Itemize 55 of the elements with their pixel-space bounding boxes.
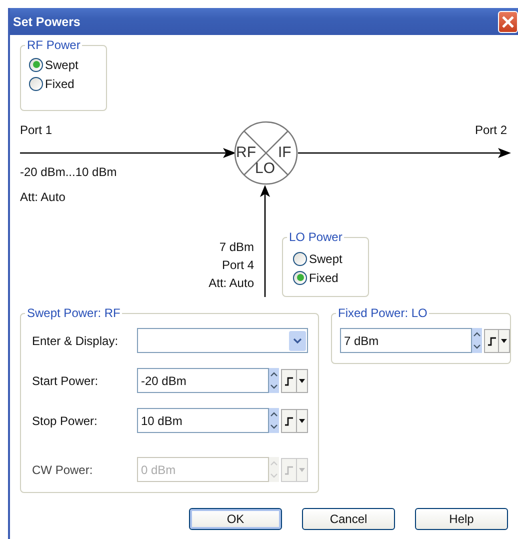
attenuation-text: Att: Auto: [208, 276, 254, 290]
window-title: Set Powers: [13, 14, 80, 28]
spinner-icon[interactable]: [472, 328, 482, 353]
field-label: Stop Power:: [32, 414, 98, 428]
dropdown-button[interactable]: [297, 408, 308, 432]
dialog-button[interactable]: OK: [189, 508, 282, 530]
attenuation-text: Att: Auto: [20, 190, 66, 204]
dropdown-button[interactable]: [499, 328, 510, 352]
radio-label[interactable]: Swept: [309, 252, 342, 266]
lo-level-text: 7 dBm: [219, 240, 254, 254]
radio-label[interactable]: Fixed: [309, 270, 338, 284]
field-label: CW Power:: [32, 462, 94, 476]
field-label: Start Power:: [32, 374, 100, 388]
caret-down-icon: [501, 338, 508, 342]
power-input[interactable]: 7 dBm: [340, 328, 472, 353]
group-title: RF Power: [25, 38, 82, 52]
dropdown-field[interactable]: [137, 328, 308, 353]
step-button[interactable]: [281, 408, 297, 432]
dialog-button[interactable]: Help: [415, 508, 508, 530]
port-label: Port 2: [475, 123, 508, 137]
group-title: Fixed Power: LO: [336, 306, 430, 320]
power-range-text: -20 dBm...10 dBm: [20, 165, 117, 179]
close-icon: [502, 16, 514, 28]
power-input[interactable]: 10 dBm: [137, 408, 269, 433]
step-icon: [486, 336, 497, 346]
dialog-button[interactable]: Cancel: [302, 508, 395, 530]
close-button[interactable]: [498, 10, 518, 32]
radio-button[interactable]: [293, 252, 307, 266]
radio-label[interactable]: Fixed: [45, 76, 74, 90]
dropdown-button[interactable]: [297, 368, 308, 392]
power-input[interactable]: -20 dBm: [137, 368, 269, 393]
step-icon: [284, 416, 294, 426]
mixer-port-label: IF: [278, 144, 292, 162]
caret-down-icon: [299, 468, 305, 472]
mixer-port-label: LO: [255, 160, 276, 178]
port-label: Port 1: [20, 123, 52, 137]
step-button[interactable]: [484, 328, 500, 352]
spinner-icon[interactable]: [269, 408, 279, 433]
group-title: Swept Power: RF: [25, 306, 122, 320]
group-title: LO Power: [287, 230, 344, 244]
step-icon: [284, 376, 294, 386]
caret-down-icon: [299, 418, 305, 422]
radio-button[interactable]: [29, 76, 43, 90]
chevron-down-icon[interactable]: [289, 330, 306, 350]
caret-down-icon: [299, 378, 305, 382]
mixer-drawing: [234, 121, 298, 185]
radio-button[interactable]: [293, 270, 307, 284]
field-label: Enter & Display:: [32, 334, 120, 348]
mixer-port-label: RF: [236, 144, 256, 162]
step-button[interactable]: [281, 368, 297, 392]
spinner-icon[interactable]: [269, 368, 279, 393]
radio-button[interactable]: [29, 58, 43, 72]
port-label: Port 4: [222, 258, 254, 272]
step-icon: [284, 464, 294, 474]
radio-label[interactable]: Swept: [45, 58, 78, 72]
